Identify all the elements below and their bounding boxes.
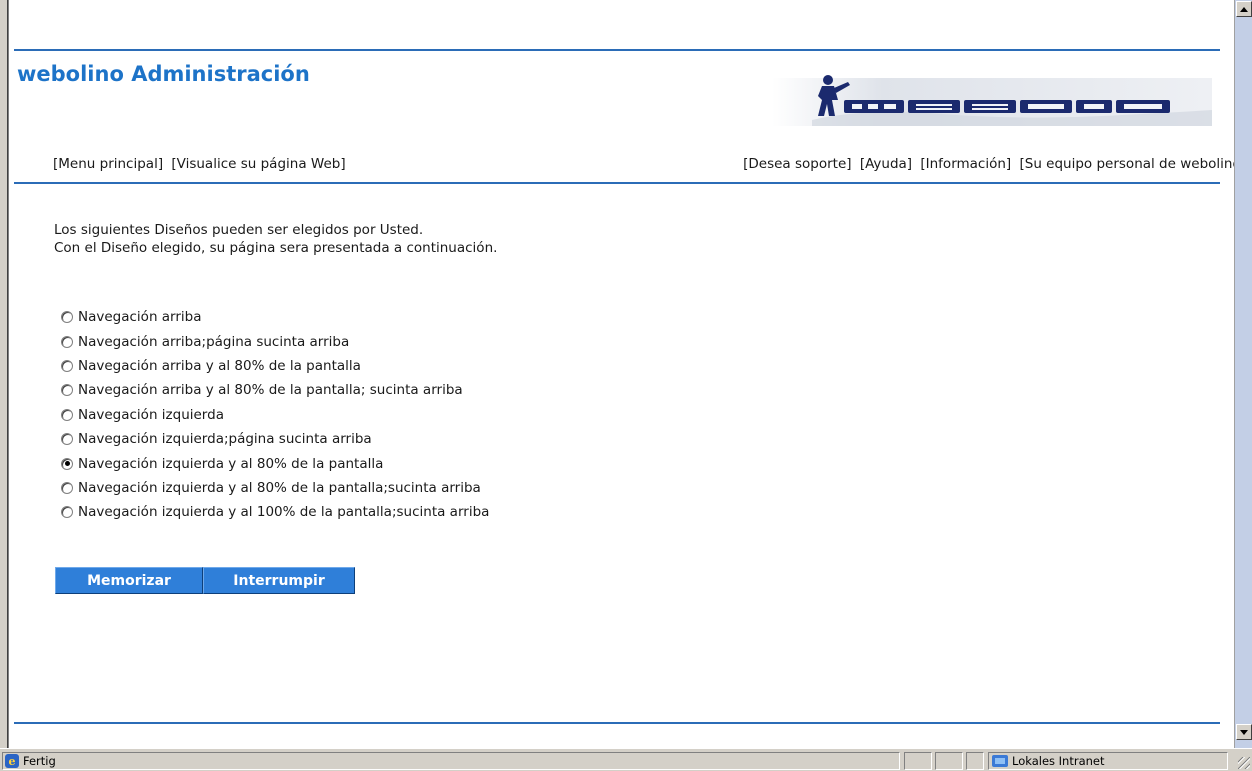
bottom-divider (14, 722, 1220, 724)
scroll-up-button[interactable] (1236, 1, 1252, 17)
status-cell (966, 752, 984, 770)
security-zone: Lokales Intranet (988, 752, 1228, 770)
top-divider (14, 49, 1220, 51)
design-option-label: Navegación izquierda y al 80% de la pant… (78, 479, 481, 496)
radio-button[interactable] (61, 311, 73, 324)
design-option-label: Navegación arriba (78, 309, 202, 326)
design-option[interactable]: Navegación izquierda y al 80% de la pant… (61, 451, 489, 475)
status-text: Fertig (23, 754, 56, 768)
left-window-frame (0, 0, 8, 748)
design-option[interactable]: Navegación arriba y al 80% de la pantall… (61, 354, 489, 378)
design-option[interactable]: Navegación izquierda;página sucinta arri… (61, 427, 489, 451)
vertical-scrollbar[interactable] (1234, 0, 1252, 748)
nav-left: [Menu principal] [Visualice su página We… (53, 156, 346, 172)
design-option[interactable]: Navegación arriba y al 80% de la pantall… (61, 378, 489, 402)
radio-button[interactable] (61, 335, 73, 348)
design-option-label: Navegación izquierda y al 100% de la pan… (78, 504, 490, 521)
design-option[interactable]: Navegación izquierda y al 100% de la pan… (61, 500, 489, 524)
design-option-label: Navegación arriba y al 80% de la pantall… (78, 382, 463, 399)
interrumpir-button[interactable]: Interrumpir (203, 567, 355, 594)
status-cell (904, 752, 932, 770)
design-option-label: Navegación izquierda y al 80% de la pant… (78, 455, 384, 472)
arrow-down-icon (1240, 729, 1248, 735)
link-equipo-personal[interactable]: [Su equipo personal de webolino] (1019, 156, 1246, 172)
link-visualice-pagina[interactable]: [Visualice su página Web] (171, 156, 345, 172)
link-desea-soporte[interactable]: [Desea soporte] (743, 156, 851, 172)
nav-right: [Desea soporte] [Ayuda] [Información] [S… (743, 156, 1246, 172)
memorizar-button[interactable]: Memorizar (55, 567, 203, 594)
radio-button[interactable] (61, 481, 73, 494)
radio-button[interactable] (61, 506, 73, 519)
design-option[interactable]: Navegación izquierda y al 80% de la pant… (61, 476, 489, 500)
page-title: webolino Administración (17, 62, 310, 86)
status-bar: e Fertig Lokales Intranet (0, 748, 1252, 771)
design-option-label: Navegación izquierda (78, 406, 224, 423)
radio-button[interactable] (61, 433, 73, 446)
intro-line-2: Con el Diseño elegido, su página sera pr… (54, 240, 498, 256)
link-menu-principal[interactable]: [Menu principal] (53, 156, 163, 172)
design-option-label: Navegación izquierda;página sucinta arri… (78, 431, 372, 448)
ie-page-icon: e (5, 754, 19, 768)
link-informacion[interactable]: [Información] (920, 156, 1011, 172)
scroll-down-button[interactable] (1236, 724, 1252, 740)
status-cell (935, 752, 963, 770)
radio-button[interactable] (61, 408, 73, 421)
design-option-label: Navegación arriba y al 80% de la pantall… (78, 357, 361, 374)
intranet-zone-icon (992, 755, 1008, 767)
intro-text: Los siguientes Diseños pueden ser elegid… (54, 221, 497, 257)
arrow-up-icon (1240, 6, 1248, 12)
design-option[interactable]: Navegación arriba;página sucinta arriba (61, 329, 489, 353)
webolino-logo (772, 75, 1212, 126)
design-option[interactable]: Navegación arriba (61, 305, 489, 329)
design-option[interactable]: Navegación izquierda (61, 403, 489, 427)
status-panel: e Fertig (2, 752, 900, 770)
link-ayuda[interactable]: [Ayuda] (860, 156, 912, 172)
radio-button[interactable] (61, 359, 73, 372)
design-option-label: Navegación arriba;página sucinta arriba (78, 333, 350, 350)
intro-line-1: Los siguientes Diseños pueden ser elegid… (54, 222, 424, 238)
zone-text: Lokales Intranet (1012, 754, 1105, 768)
radio-button[interactable] (61, 384, 73, 397)
design-options: Navegación arriba Navegación arriba;págin… (61, 305, 489, 525)
radio-button[interactable] (61, 457, 73, 470)
resize-grip-icon[interactable] (1238, 757, 1250, 769)
nav-divider (14, 182, 1220, 184)
